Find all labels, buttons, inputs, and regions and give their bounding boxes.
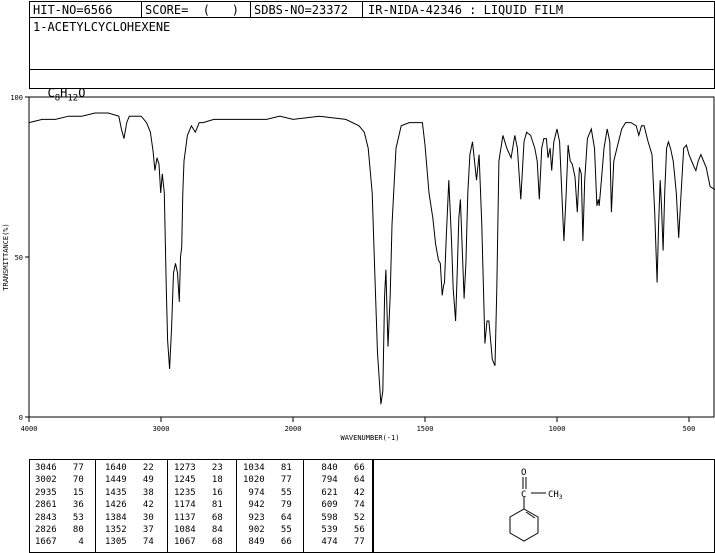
peak-row: 1084 84 [174, 525, 223, 535]
y-tick-label: 50 [15, 254, 23, 262]
peak-row: 3046 77 [35, 463, 84, 473]
peak-row: 1137 68 [174, 512, 223, 523]
peak-row: 1020 77 [243, 475, 292, 486]
peak-row: 1640 22 [105, 463, 154, 473]
peak-row: 609 74 [316, 500, 365, 511]
peak-row: 974 55 [243, 487, 292, 498]
x-tick-label: 4000 [21, 425, 38, 433]
peak-row: 474 77 [316, 537, 365, 548]
peak-row: 621 42 [316, 487, 365, 498]
peak-row: 2843 53 [35, 512, 84, 523]
peak-row: 1449 49 [105, 475, 154, 486]
peak-row: 942 79 [243, 500, 292, 511]
peak-row: 3002 70 [35, 475, 84, 486]
y-axis-label: TRANSMITTANCE(%) [2, 223, 10, 290]
x-axis-ticks: 4000 3000 2000 1500 1000 500 [21, 417, 696, 433]
y-tick-label: 100 [10, 94, 23, 102]
structure-box [373, 459, 715, 553]
peak-row: 1426 42 [105, 500, 154, 511]
peak-row: 539 56 [316, 525, 365, 535]
peak-row: 1067 68 [174, 537, 223, 548]
plot-frame [28, 96, 715, 418]
peak-row: 598 52 [316, 512, 365, 523]
peak-row: 1273 23 [174, 463, 223, 473]
peak-row: 1384 30 [105, 512, 154, 523]
peak-row: 1305 74 [105, 537, 154, 548]
peak-row: 1174 81 [174, 500, 223, 511]
x-tick-label: 3000 [153, 425, 170, 433]
peak-row: 1235 16 [174, 487, 223, 498]
peak-row: 1435 38 [105, 487, 154, 498]
peak-row: 2861 36 [35, 500, 84, 511]
x-tick-label: 1500 [417, 425, 434, 433]
spectrum-line [28, 112, 715, 405]
peak-row: 1245 18 [174, 475, 223, 486]
peak-row: 849 66 [243, 537, 292, 548]
peak-row: 2935 15 [35, 487, 84, 498]
x-tick-label: 2000 [285, 425, 302, 433]
ir-spectrum-chart: 4000 3000 2000 1500 1000 500 100500 WAVENUMBE… [2, 94, 715, 442]
peak-row: 1034 81 [243, 463, 292, 473]
peak-row: 902 55 [243, 525, 292, 535]
x-axis-label: WAVENUMBER(-1) [340, 434, 399, 442]
y-axis-ticks: 100 50 0 [10, 94, 29, 422]
peak-row: 1352 37 [105, 525, 154, 535]
peak-row: 1667 4 [35, 537, 84, 548]
peak-row: 840 66 [316, 463, 365, 473]
y-tick-label: 0 [19, 414, 23, 422]
peak-row: 794 64 [316, 475, 365, 486]
peak-row: 2826 80 [35, 525, 84, 535]
x-tick-label: 1000 [549, 425, 566, 433]
x-tick-label: 500 [683, 425, 696, 433]
peak-row: 923 64 [243, 512, 292, 523]
